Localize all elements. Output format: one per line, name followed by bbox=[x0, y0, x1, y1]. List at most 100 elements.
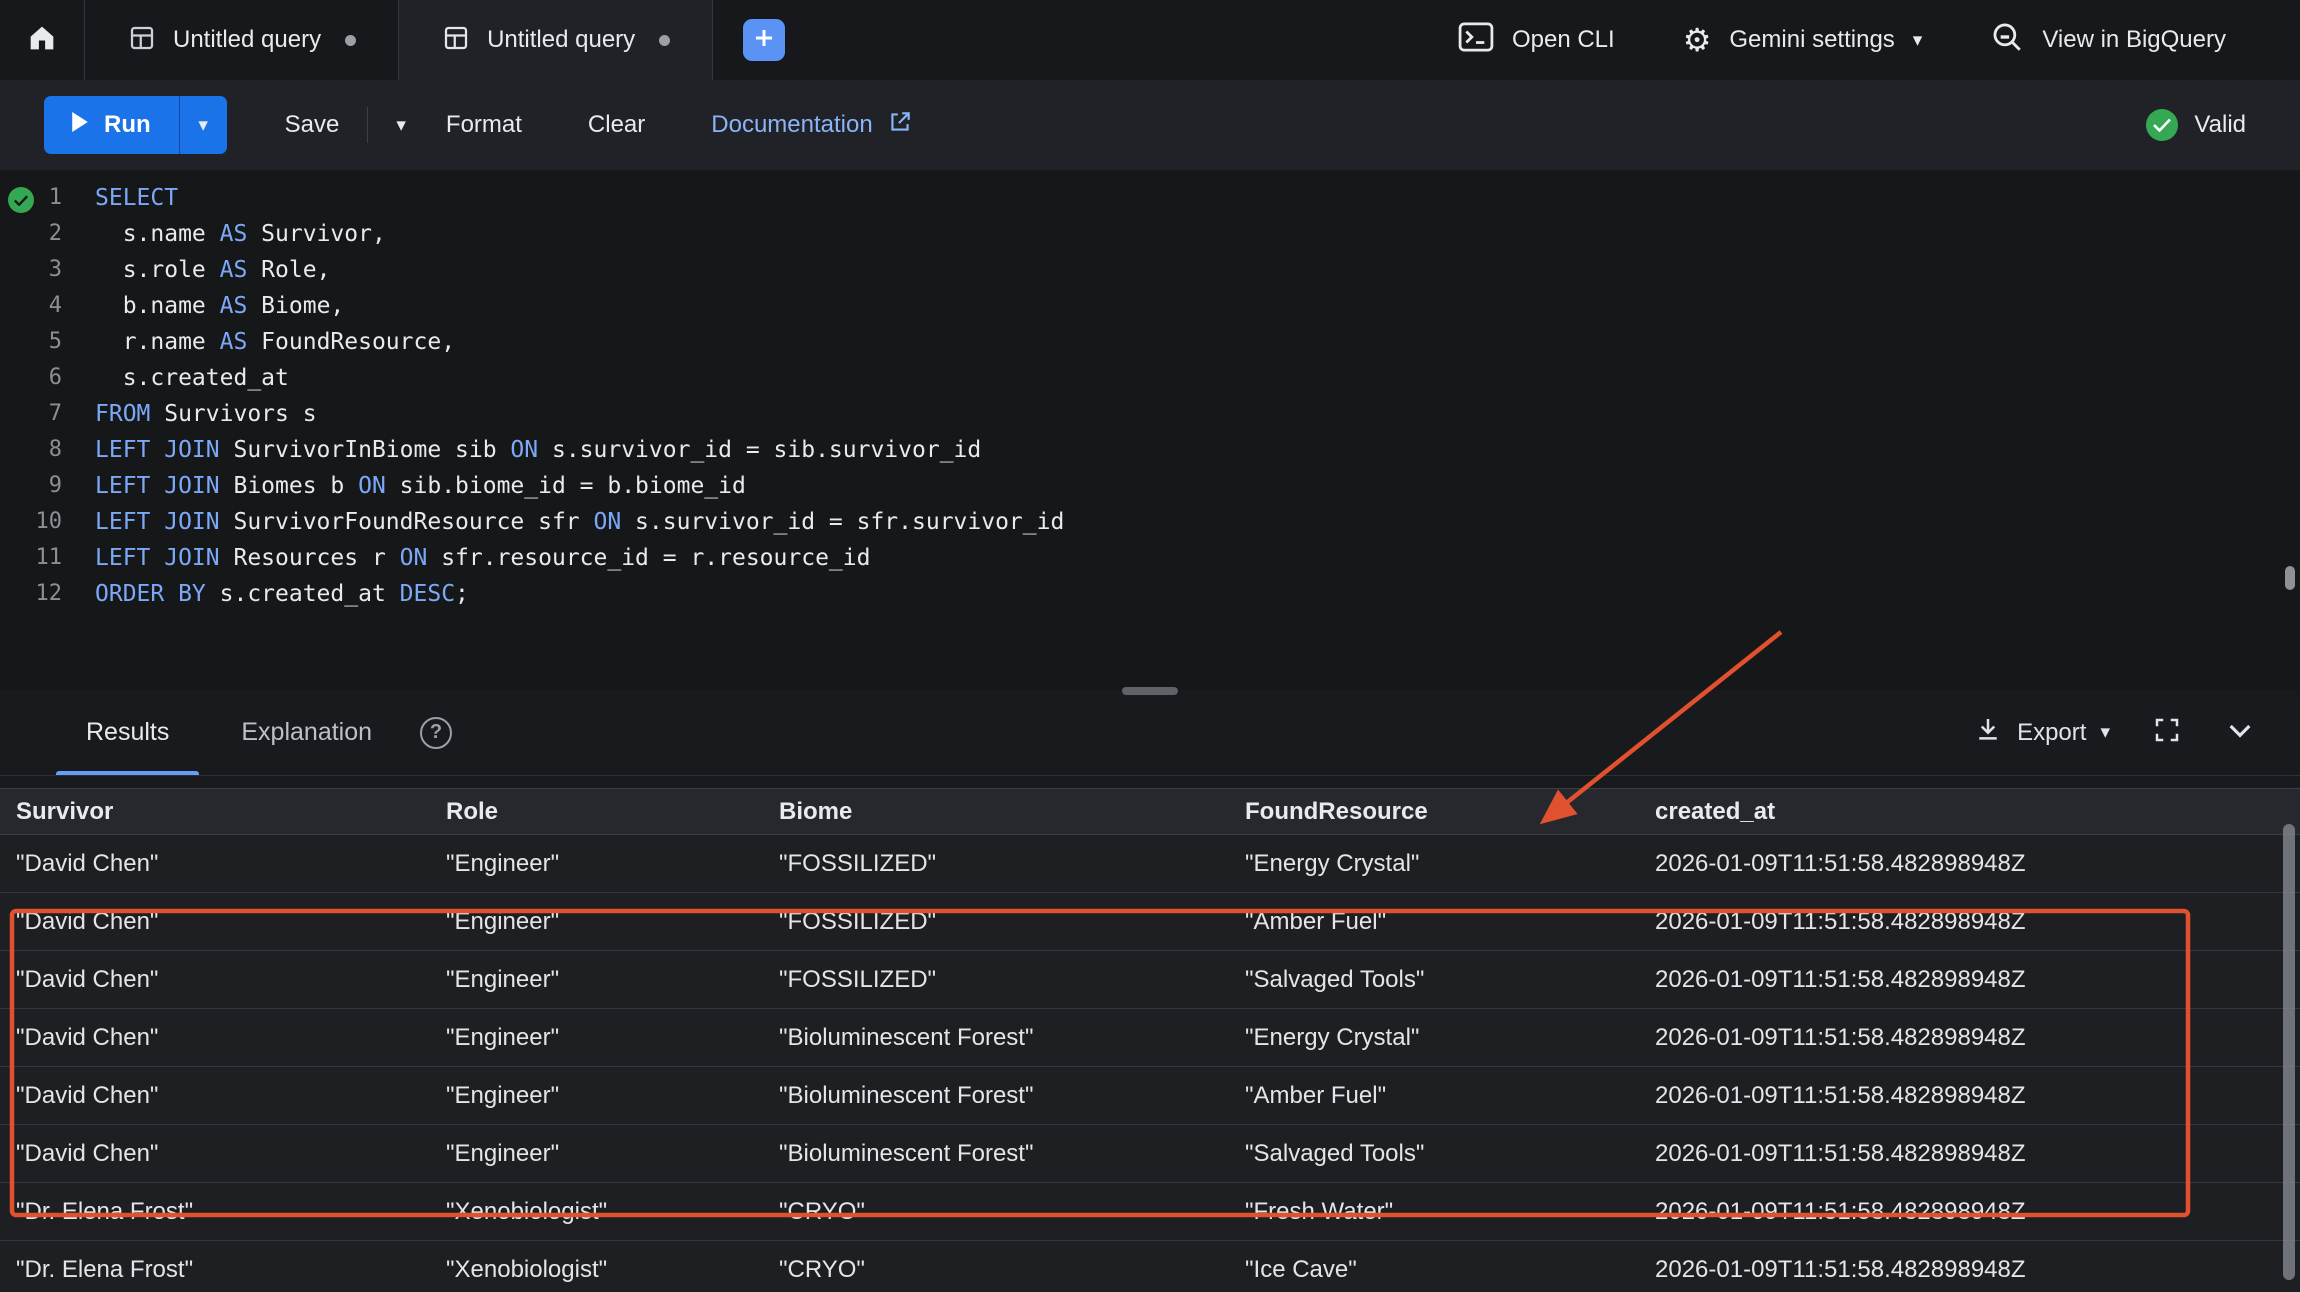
tab-untitled-query-1[interactable]: Untitled query bbox=[84, 0, 398, 80]
open-cli-label: Open CLI bbox=[1512, 26, 1615, 54]
table-cell: "Bioluminescent Forest" bbox=[763, 1009, 1229, 1067]
column-header-role: Role bbox=[430, 789, 763, 835]
table-cell: "Dr. Elena Frost" bbox=[0, 1183, 430, 1241]
run-button[interactable]: Run bbox=[44, 96, 179, 154]
download-icon bbox=[1973, 714, 2003, 751]
chevron-down-icon: ▾ bbox=[198, 116, 208, 135]
code-line[interactable]: s.role AS Role, bbox=[95, 252, 1064, 288]
table-cell: "Fresh Water" bbox=[1229, 1183, 1639, 1241]
save-options-dropdown[interactable]: ▾ bbox=[396, 116, 406, 135]
documentation-label: Documentation bbox=[711, 111, 872, 139]
table-cell: "Engineer" bbox=[430, 893, 763, 951]
column-header-survivor: Survivor bbox=[0, 789, 430, 835]
table-cell: "CRYO" bbox=[763, 1241, 1229, 1292]
table-row: "David Chen""Engineer""Bioluminescent Fo… bbox=[0, 1009, 2300, 1067]
plus-icon bbox=[753, 27, 775, 54]
editor-code[interactable]: SELECT s.name AS Survivor, s.role AS Rol… bbox=[72, 180, 1064, 690]
new-tab-button[interactable] bbox=[743, 19, 785, 61]
sql-editor[interactable]: 123456789101112 SELECT s.name AS Survivo… bbox=[0, 170, 2300, 690]
documentation-link[interactable]: Documentation bbox=[711, 109, 912, 142]
explanation-tab-label: Explanation bbox=[241, 718, 372, 747]
export-label: Export bbox=[2017, 719, 2086, 747]
run-options-dropdown[interactable]: ▾ bbox=[179, 96, 227, 154]
table-row: "David Chen""Engineer""Bioluminescent Fo… bbox=[0, 1125, 2300, 1183]
tab-untitled-query-2[interactable]: Untitled query bbox=[398, 0, 713, 80]
results-panel: Results Explanation ? Export ▾ bbox=[0, 690, 2300, 1292]
code-line[interactable]: SELECT bbox=[95, 180, 1064, 216]
code-line[interactable]: FROM Survivors s bbox=[95, 396, 1064, 432]
collapse-panel-button[interactable] bbox=[2224, 714, 2256, 751]
editor-scrollbar[interactable] bbox=[2285, 566, 2295, 590]
table-cell: 2026-01-09T11:51:58.482898948Z bbox=[1639, 835, 2300, 893]
table-cell: "FOSSILIZED" bbox=[763, 835, 1229, 893]
table-cell: "Salvaged Tools" bbox=[1229, 1125, 1639, 1183]
code-line[interactable]: LEFT JOIN SurvivorInBiome sib ON s.survi… bbox=[95, 432, 1064, 468]
line-number: 10 bbox=[0, 504, 62, 540]
table-row: "David Chen""Engineer""FOSSILIZED""Salva… bbox=[0, 951, 2300, 1009]
line-number: 4 bbox=[0, 288, 62, 324]
home-button[interactable] bbox=[0, 0, 84, 80]
table-cell: 2026-01-09T11:51:58.482898948Z bbox=[1639, 1183, 2300, 1241]
code-line[interactable]: r.name AS FoundResource, bbox=[95, 324, 1064, 360]
table-cell: "FOSSILIZED" bbox=[763, 893, 1229, 951]
table-cell: "David Chen" bbox=[0, 1009, 430, 1067]
query-icon bbox=[127, 23, 157, 58]
line-valid-check-icon bbox=[8, 187, 34, 213]
table-cell: "Amber Fuel" bbox=[1229, 893, 1639, 951]
view-in-bigquery-button[interactable]: View in BigQuery bbox=[1956, 0, 2260, 80]
results-table: SurvivorRoleBiomeFoundResourcecreated_at… bbox=[0, 788, 2300, 1292]
column-header-foundresource: FoundResource bbox=[1229, 789, 1639, 835]
code-line[interactable]: s.created_at bbox=[95, 360, 1064, 396]
topbar-actions: Open CLI ⚙ Gemini settings ▾ View in Big… bbox=[1424, 0, 2300, 80]
editor-line-numbers: 123456789101112 bbox=[0, 180, 72, 690]
code-line[interactable]: s.name AS Survivor, bbox=[95, 216, 1064, 252]
gemini-settings-label: Gemini settings bbox=[1729, 26, 1894, 54]
code-line[interactable]: LEFT JOIN Biomes b ON sib.biome_id = b.b… bbox=[95, 468, 1064, 504]
open-cli-button[interactable]: Open CLI bbox=[1424, 0, 1649, 80]
code-line[interactable]: ORDER BY s.created_at DESC; bbox=[95, 576, 1064, 612]
table-cell: 2026-01-09T11:51:58.482898948Z bbox=[1639, 1009, 2300, 1067]
table-cell: 2026-01-09T11:51:58.482898948Z bbox=[1639, 1241, 2300, 1292]
table-cell: "Xenobiologist" bbox=[430, 1183, 763, 1241]
line-number: 11 bbox=[0, 540, 62, 576]
table-cell: "Engineer" bbox=[430, 1067, 763, 1125]
gemini-settings-button[interactable]: ⚙ Gemini settings ▾ bbox=[1649, 0, 1957, 80]
panel-resize-handle[interactable] bbox=[1122, 687, 1178, 695]
code-line[interactable]: b.name AS Biome, bbox=[95, 288, 1064, 324]
tab-results[interactable]: Results bbox=[50, 690, 205, 775]
home-icon bbox=[25, 21, 59, 60]
results-tab-label: Results bbox=[86, 718, 169, 747]
clear-button[interactable]: Clear bbox=[588, 111, 645, 139]
table-cell: "Energy Crystal" bbox=[1229, 835, 1639, 893]
table-cell: "David Chen" bbox=[0, 1125, 430, 1183]
results-scrollbar[interactable] bbox=[2283, 824, 2295, 1280]
tab-explanation[interactable]: Explanation bbox=[205, 690, 408, 775]
table-cell: "Amber Fuel" bbox=[1229, 1067, 1639, 1125]
help-icon[interactable]: ? bbox=[420, 717, 452, 749]
line-number: 7 bbox=[0, 396, 62, 432]
unsaved-indicator-dot bbox=[659, 35, 670, 46]
line-number: 6 bbox=[0, 360, 62, 396]
code-line[interactable]: LEFT JOIN Resources r ON sfr.resource_id… bbox=[95, 540, 1064, 576]
table-row: "David Chen""Engineer""FOSSILIZED""Energ… bbox=[0, 835, 2300, 893]
table-cell: "Engineer" bbox=[430, 1009, 763, 1067]
results-tab-bar: Results Explanation ? Export ▾ bbox=[0, 690, 2300, 776]
code-line[interactable]: LEFT JOIN SurvivorFoundResource sfr ON s… bbox=[95, 504, 1064, 540]
query-status: Valid bbox=[2146, 109, 2256, 141]
table-cell: "David Chen" bbox=[0, 893, 430, 951]
chevron-down-icon: ▾ bbox=[2100, 723, 2110, 742]
fullscreen-button[interactable] bbox=[2152, 715, 2182, 750]
unsaved-indicator-dot bbox=[345, 35, 356, 46]
save-button[interactable]: Save bbox=[285, 111, 340, 139]
line-number: 12 bbox=[0, 576, 62, 612]
table-cell: "Xenobiologist" bbox=[430, 1241, 763, 1292]
table-cell: "David Chen" bbox=[0, 1067, 430, 1125]
table-row: "David Chen""Engineer""FOSSILIZED""Amber… bbox=[0, 893, 2300, 951]
table-cell: 2026-01-09T11:51:58.482898948Z bbox=[1639, 951, 2300, 1009]
export-button[interactable]: Export ▾ bbox=[1973, 714, 2110, 751]
valid-label: Valid bbox=[2194, 111, 2246, 139]
format-button[interactable]: Format bbox=[446, 111, 522, 139]
table-cell: "Energy Crystal" bbox=[1229, 1009, 1639, 1067]
tab-label: Untitled query bbox=[487, 26, 635, 54]
table-cell: "Dr. Elena Frost" bbox=[0, 1241, 430, 1292]
